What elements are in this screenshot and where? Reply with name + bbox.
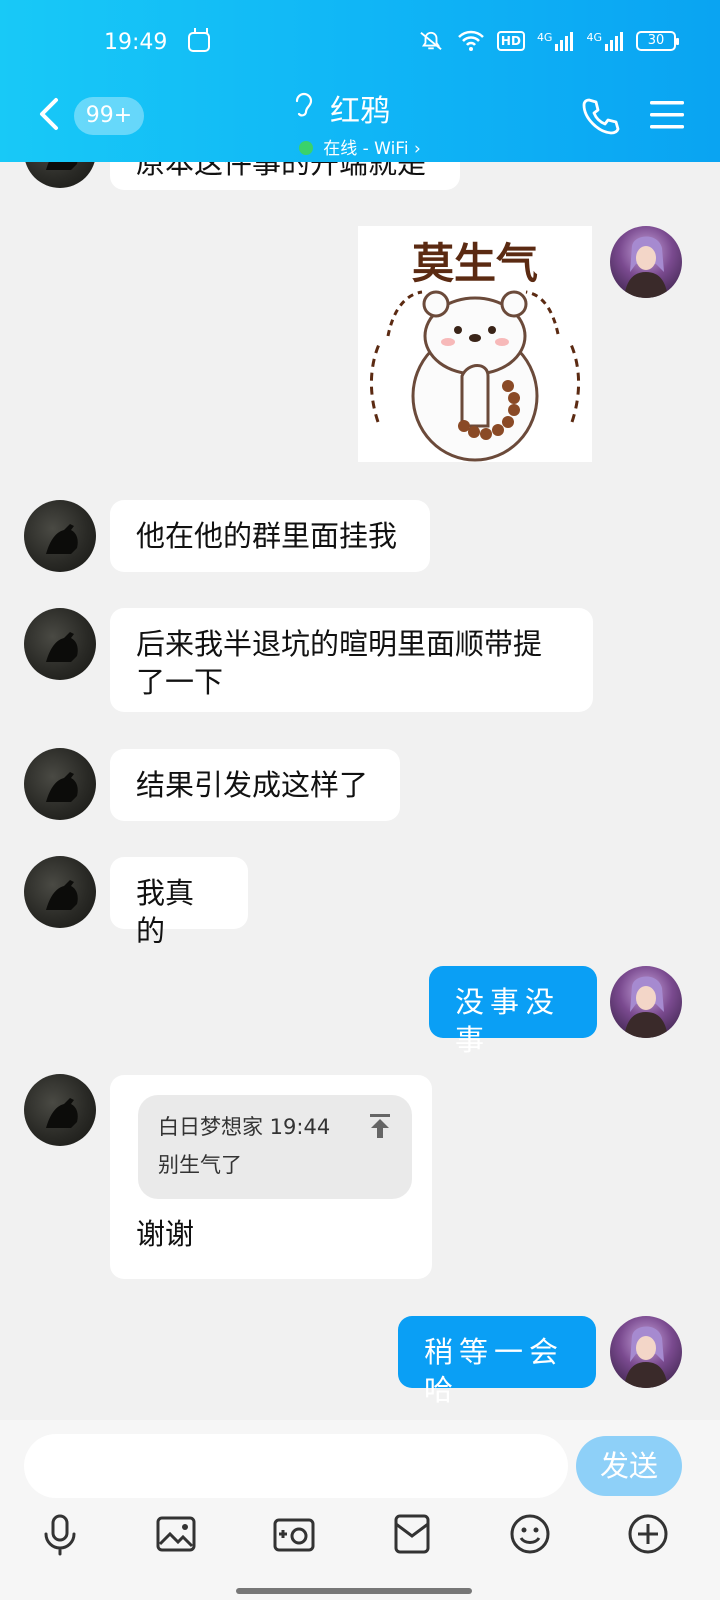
emoji-icon[interactable] — [508, 1512, 552, 1556]
jump-to-quote-icon[interactable] — [368, 1113, 392, 1139]
crow-icon — [46, 772, 78, 802]
crow-icon — [46, 1098, 78, 1128]
crow-icon — [46, 880, 78, 910]
message-text: 我真的 — [136, 876, 195, 948]
message-text: 后来我半退坑的暄明里面顺带提了一下 — [136, 627, 543, 699]
network-type-1: 4G — [536, 31, 553, 44]
message-text: 结果引发成这样了 — [136, 768, 369, 802]
chat-title-text: 红鸦 — [330, 94, 390, 129]
anime-character-icon — [624, 236, 668, 298]
plus-icon[interactable] — [626, 1512, 670, 1556]
quoted-author-time: 白日梦想家 19:44 — [158, 1115, 331, 1139]
menu-icon[interactable] — [650, 100, 684, 130]
contact-avatar[interactable] — [24, 1074, 96, 1146]
online-dot-icon — [299, 141, 314, 155]
hd-voice-icon: HD — [496, 31, 525, 51]
message-text: 谢谢 — [136, 1217, 195, 1251]
chat-title: 红鸦 — [295, 86, 390, 130]
my-avatar[interactable] — [610, 226, 682, 298]
contact-avatar[interactable] — [24, 500, 96, 572]
anime-character-icon — [624, 976, 668, 1038]
red-packet-icon[interactable] — [390, 1512, 434, 1556]
polar-bear-sticker-icon: 莫生气 — [358, 226, 592, 462]
status-bar: 19:49 HD 4G 4G 30 — [0, 30, 720, 60]
image-icon[interactable] — [154, 1512, 198, 1556]
message-text: 他在他的群里面挂我 — [136, 519, 398, 553]
anime-character-icon — [624, 1326, 668, 1388]
message-input[interactable] — [24, 1434, 568, 1498]
signal-1: 4G — [537, 31, 575, 51]
network-type-2: 4G — [586, 31, 602, 44]
my-avatar[interactable] — [610, 966, 682, 1038]
tv-icon — [188, 32, 210, 52]
top-bar: 19:49 HD 4G 4G 30 99+ 红鸦 在线 - WiFi › — [0, 0, 720, 162]
message-bubble-mine[interactable]: 没事没事 — [429, 966, 597, 1057]
contact-avatar[interactable] — [24, 748, 96, 820]
message-text: 没事没事 — [455, 985, 561, 1057]
send-button[interactable]: 发送 — [576, 1436, 682, 1496]
message-bubble[interactable]: 他在他的群里面挂我 — [110, 500, 430, 572]
sticker-title: 莫生气 — [412, 239, 538, 288]
message-bubble[interactable]: 后来我半退坑的暄明里面顺带提了一下 — [110, 608, 593, 712]
camera-icon[interactable] — [272, 1512, 316, 1556]
message-bubble-mine[interactable]: 稍等一会哈 — [398, 1316, 596, 1407]
signal-icon — [555, 32, 574, 51]
signal-2: 4G — [586, 31, 624, 51]
contact-avatar[interactable] — [24, 608, 96, 680]
my-avatar[interactable] — [610, 1316, 682, 1388]
home-indicator[interactable] — [236, 1588, 472, 1594]
status-time: 19:49 — [104, 30, 168, 55]
message-text: 稍等一会哈 — [424, 1335, 565, 1407]
status-icons: HD 4G 4G 30 — [417, 30, 679, 52]
online-status: 在线 - WiFi › — [299, 134, 421, 159]
quoted-text: 别生气了 — [158, 1153, 242, 1177]
microphone-icon[interactable] — [38, 1512, 82, 1556]
message-bubble[interactable]: 我真的 — [110, 857, 248, 948]
signal-icon — [605, 32, 623, 51]
contact-avatar[interactable] — [24, 856, 96, 928]
quoted-message[interactable]: 白日梦想家 19:44 别生气了 — [138, 1095, 412, 1199]
ear-icon — [295, 92, 313, 117]
message-bubble[interactable]: 结果引发成这样了 — [110, 749, 400, 821]
crow-icon — [46, 632, 78, 662]
mute-icon — [420, 31, 442, 50]
crow-icon — [46, 524, 78, 554]
sticker-image[interactable]: 莫生气 — [358, 226, 592, 462]
battery-icon: 30 — [636, 31, 679, 51]
wifi-icon — [458, 30, 484, 51]
phone-icon[interactable] — [580, 96, 620, 136]
composer-bar: 发送 — [0, 1420, 720, 1600]
online-status-text: 在线 - WiFi › — [323, 139, 421, 159]
